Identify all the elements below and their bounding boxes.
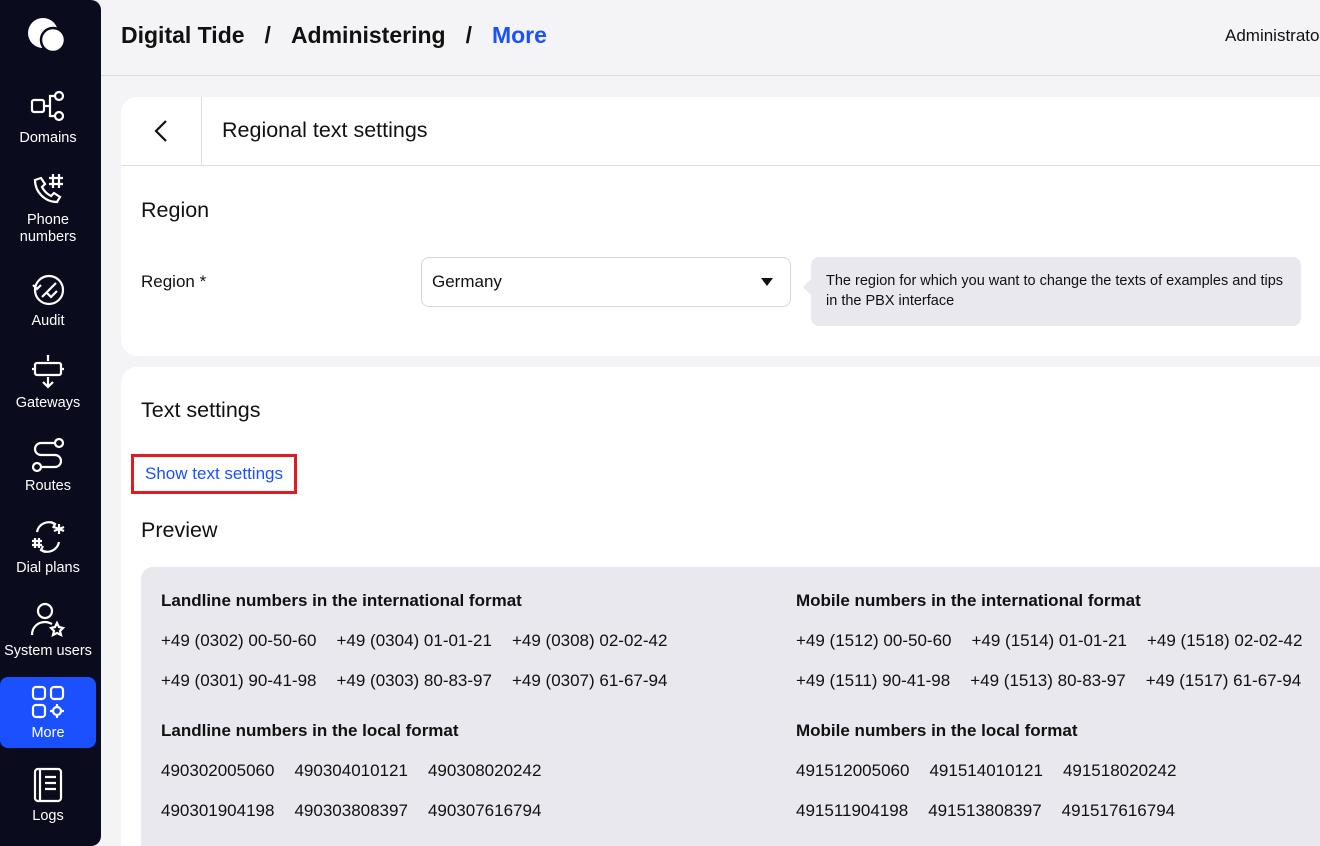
sidebar-item-domains[interactable]: Domains xyxy=(0,88,96,147)
phone-example: 490304010121 xyxy=(294,761,408,780)
phone-example: 491513808397 xyxy=(928,801,1042,820)
region-section-title: Region xyxy=(141,198,210,222)
breadcrumb-item-digital-tide[interactable]: Digital Tide xyxy=(121,22,245,49)
phone-example: 491514010121 xyxy=(929,761,1043,780)
phone-example: 491512005060 xyxy=(796,761,910,780)
region-card: Regional text settings Region Region * G… xyxy=(121,97,1320,356)
phone-example: 490302005060 xyxy=(161,761,275,780)
phone-example: 491518020242 xyxy=(1062,761,1177,780)
phone-example: 490303808397 xyxy=(294,801,408,820)
sidebar-item-label: Logs xyxy=(32,808,64,824)
phone-numbers-icon xyxy=(33,174,63,204)
page-title-bar: Regional text settings xyxy=(121,97,1320,166)
app-logo-icon[interactable] xyxy=(26,16,68,56)
phone-example: +49 (1517) 61-67-94 xyxy=(1145,671,1302,690)
phone-example: +49 (0302) 00-50-60 xyxy=(161,631,317,650)
phone-example: +49 (1513) 80-83-97 xyxy=(970,671,1126,690)
landline-local-row: 490302005060 490304010121 490308020242 xyxy=(161,761,561,781)
mobile-international-row: +49 (1512) 00-50-60 +49 (1514) 01-01-21 … xyxy=(796,631,1320,651)
phone-example: +49 (0307) 61-67-94 xyxy=(511,671,668,690)
phone-example: 490308020242 xyxy=(427,761,542,780)
back-button[interactable] xyxy=(121,97,202,165)
sidebar-item-label: Domains xyxy=(19,130,77,146)
top-header: Digital Tide / Administering / More Admi… xyxy=(101,0,1320,76)
audit-icon xyxy=(32,274,65,306)
region-select-value: Germany xyxy=(432,272,502,291)
logs-icon xyxy=(33,767,63,803)
gateways-icon xyxy=(32,355,64,389)
show-text-settings-link[interactable]: Show text settings xyxy=(131,454,297,494)
landline-local-row: 490301904198 490303808397 490307616794 xyxy=(161,801,561,821)
phone-example: 491517616794 xyxy=(1061,801,1176,820)
breadcrumb-item-more: More xyxy=(491,22,547,48)
phone-example: +49 (0308) 02-02-42 xyxy=(511,631,668,650)
mobile-local-title: Mobile numbers in the local format xyxy=(796,721,1078,740)
breadcrumb-separator: / xyxy=(264,22,271,48)
phone-example: +49 (1512) 00-50-60 xyxy=(796,631,952,650)
phone-example: +49 (0303) 80-83-97 xyxy=(336,671,492,690)
mobile-international-title: Mobile numbers in the international form… xyxy=(796,591,1141,610)
phone-example: +49 (1518) 02-02-42 xyxy=(1146,631,1303,650)
system-users-icon xyxy=(30,602,66,638)
sidebar: Domains Phone numbers Audit Gateways Rout… xyxy=(0,0,101,846)
sidebar-item-label: Audit xyxy=(31,313,65,329)
region-select[interactable]: Germany xyxy=(421,257,791,307)
sidebar-item-system-users[interactable]: System users xyxy=(0,601,96,660)
breadcrumb-separator: / xyxy=(465,22,472,48)
page-title: Regional text settings xyxy=(222,118,428,142)
breadcrumb: Digital Tide / Administering / More xyxy=(121,22,547,49)
sidebar-item-label: System users xyxy=(4,643,92,659)
phone-example: 490301904198 xyxy=(161,801,275,820)
breadcrumb-item-administering[interactable]: Administering xyxy=(291,22,446,49)
caret-down-icon xyxy=(761,278,773,286)
phone-example: 490307616794 xyxy=(427,801,542,820)
dial-plans-icon xyxy=(32,521,65,553)
preview-title: Preview xyxy=(141,518,218,542)
sidebar-item-label: Gateways xyxy=(15,395,81,411)
sidebar-item-label: More xyxy=(31,725,65,741)
landline-international-row: +49 (0301) 90-41-98 +49 (0303) 80-83-97 … xyxy=(161,671,687,691)
domains-icon xyxy=(30,90,65,122)
sidebar-item-more[interactable]: More xyxy=(0,677,96,748)
mobile-international-row: +49 (1511) 90-41-98 +49 (1513) 80-83-97 … xyxy=(796,671,1320,691)
sidebar-item-dial-plans[interactable]: Dial plans xyxy=(0,518,96,577)
phone-example: +49 (0304) 01-01-21 xyxy=(336,631,492,650)
sidebar-item-logs[interactable]: Logs xyxy=(0,766,96,825)
sidebar-item-label: Dial plans xyxy=(16,560,80,576)
region-field-label: Region * xyxy=(141,272,207,291)
mobile-local-row: 491511904198 491513808397 491517616794 xyxy=(796,801,1195,821)
sidebar-item-label: Phone numbers xyxy=(19,212,77,245)
phone-example: 491511904198 xyxy=(796,801,909,820)
more-icon xyxy=(31,685,65,719)
chevron-left-icon xyxy=(154,120,167,142)
preview-panel: Landline numbers in the international fo… xyxy=(141,567,1320,846)
landline-international-row: +49 (0302) 00-50-60 +49 (0304) 01-01-21 … xyxy=(161,631,687,651)
text-settings-title: Text settings xyxy=(141,398,261,422)
routes-icon xyxy=(31,437,65,473)
phone-example: +49 (1511) 90-41-98 xyxy=(796,671,951,690)
user-menu[interactable]: Administrator xyxy=(1225,26,1320,46)
landline-international-title: Landline numbers in the international fo… xyxy=(161,591,522,610)
sidebar-item-gateways[interactable]: Gateways xyxy=(0,353,96,412)
sidebar-item-label: Routes xyxy=(25,478,71,494)
sidebar-item-routes[interactable]: Routes xyxy=(0,436,96,495)
mobile-local-row: 491512005060 491514010121 491518020242 xyxy=(796,761,1196,781)
phone-example: +49 (1514) 01-01-21 xyxy=(971,631,1127,650)
region-hint: The region for which you want to change … xyxy=(803,257,1301,326)
sidebar-item-audit[interactable]: Audit xyxy=(0,271,96,330)
text-settings-card: Text settings Show text settings Preview… xyxy=(121,367,1320,846)
sidebar-item-phone-numbers[interactable]: Phone numbers xyxy=(0,170,96,246)
landline-local-title: Landline numbers in the local format xyxy=(161,721,459,740)
phone-example: +49 (0301) 90-41-98 xyxy=(161,671,317,690)
